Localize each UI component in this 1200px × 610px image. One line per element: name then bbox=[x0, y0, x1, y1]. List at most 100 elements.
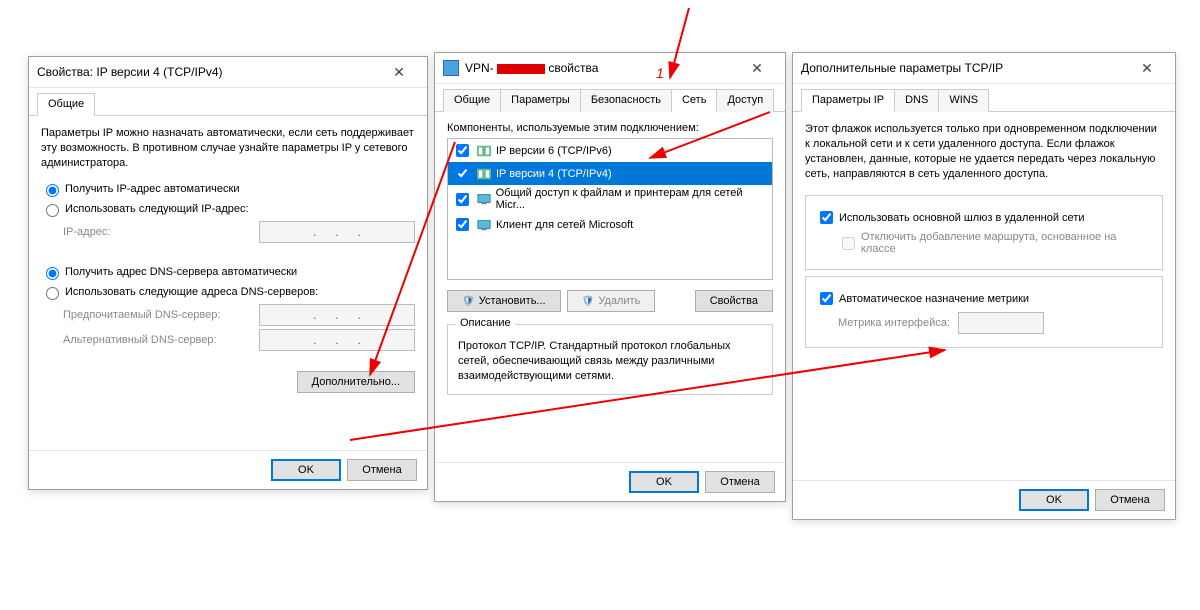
advanced-button[interactable]: Дополнительно... bbox=[297, 371, 415, 393]
tab-general[interactable]: Общие bbox=[443, 89, 501, 112]
auto-metric-checkbox[interactable] bbox=[820, 292, 833, 305]
metric-input bbox=[958, 312, 1044, 334]
title-suffix: свойства bbox=[548, 61, 598, 75]
dialog-title: Дополнительные параметры TCP/IP bbox=[801, 61, 1127, 75]
monitor-icon bbox=[476, 191, 492, 207]
ok-button[interactable]: OK bbox=[1019, 489, 1089, 511]
description-text: Протокол TCP/IP. Стандартный протокол гл… bbox=[458, 339, 762, 384]
components-label: Компоненты, используемые этим подключени… bbox=[447, 122, 773, 134]
auto-metric-label: Автоматическое назначение метрики bbox=[839, 293, 1029, 305]
check-disable-route: Отключить добавление маршрута, основанно… bbox=[838, 231, 1152, 255]
tab-strip: Общие Параметры Безопасность Сеть Доступ bbox=[435, 84, 785, 112]
dialog-title: Свойства: IP версии 4 (TCP/IPv4) bbox=[37, 65, 379, 79]
radio-manual-dns-input[interactable] bbox=[46, 287, 59, 300]
radio-auto-dns[interactable]: Получить адрес DNS-сервера автоматически bbox=[41, 264, 415, 280]
title-prefix: VPN- bbox=[465, 61, 494, 75]
dialog-title: VPN- свойства bbox=[465, 61, 737, 75]
tab-network[interactable]: Сеть bbox=[671, 89, 717, 112]
remove-label: Удалить bbox=[598, 295, 640, 307]
tab-strip: Общие bbox=[29, 88, 427, 116]
radio-manual-ip[interactable]: Использовать следующий IP-адрес: bbox=[41, 201, 415, 217]
tab-security[interactable]: Безопасность bbox=[580, 89, 672, 112]
ip-label: IP-адрес: bbox=[63, 226, 259, 238]
alt-dns-label: Альтернативный DNS-сервер: bbox=[63, 334, 259, 346]
item-label: Общий доступ к файлам и принтерам для се… bbox=[496, 187, 768, 211]
list-item[interactable]: Клиент для сетей Microsoft bbox=[448, 213, 772, 236]
check-auto-metric[interactable]: Автоматическое назначение метрики bbox=[816, 289, 1152, 308]
close-icon[interactable]: ✕ bbox=[737, 57, 777, 79]
description-legend: Описание bbox=[456, 317, 515, 329]
components-list[interactable]: IP версии 6 (TCP/IPv6) IP версии 4 (TCP/… bbox=[447, 138, 773, 280]
use-gateway-checkbox[interactable] bbox=[820, 211, 833, 224]
remove-button: 🛡Удалить bbox=[567, 290, 656, 312]
item-label: IP версии 6 (TCP/IPv6) bbox=[496, 145, 612, 157]
pref-dns-input bbox=[259, 304, 415, 326]
item-checkbox[interactable] bbox=[456, 193, 469, 206]
shield-icon: 🛡 bbox=[582, 296, 595, 307]
protocol-icon bbox=[476, 166, 492, 182]
intro-text: Этот флажок используется только при одно… bbox=[805, 122, 1163, 181]
radio-auto-ip-label: Получить IP-адрес автоматически bbox=[65, 183, 239, 195]
metric-field: Метрика интерфейса: bbox=[838, 312, 1152, 334]
alt-dns-input bbox=[259, 329, 415, 351]
ok-button[interactable]: OK bbox=[271, 459, 341, 481]
tab-wins[interactable]: WINS bbox=[938, 89, 989, 112]
disable-route-checkbox bbox=[842, 237, 855, 250]
list-item[interactable]: Общий доступ к файлам и принтерам для се… bbox=[448, 185, 772, 213]
cancel-button[interactable]: Отмена bbox=[1095, 489, 1165, 511]
install-label: Установить... bbox=[479, 295, 546, 307]
radio-auto-dns-input[interactable] bbox=[46, 267, 59, 280]
check-use-gateway[interactable]: Использовать основной шлюз в удаленной с… bbox=[816, 208, 1152, 227]
radio-manual-ip-input[interactable] bbox=[46, 204, 59, 217]
intro-text: Параметры IP можно назначать автоматичес… bbox=[41, 126, 415, 171]
dialog-body: Компоненты, используемые этим подключени… bbox=[435, 112, 785, 411]
pref-dns-field: Предпочитаемый DNS-сервер: bbox=[63, 304, 415, 326]
radio-auto-ip[interactable]: Получить IP-адрес автоматически bbox=[41, 181, 415, 197]
close-icon[interactable]: ✕ bbox=[379, 61, 419, 83]
vpn-icon bbox=[443, 60, 459, 76]
dialog-body: Этот флажок используется только при одно… bbox=[793, 112, 1175, 364]
tab-general[interactable]: Общие bbox=[37, 93, 95, 116]
ipv4-properties-dialog: Свойства: IP версии 4 (TCP/IPv4) ✕ Общие… bbox=[28, 56, 428, 490]
radio-manual-ip-label: Использовать следующий IP-адрес: bbox=[65, 203, 249, 215]
metric-label: Метрика интерфейса: bbox=[838, 317, 950, 329]
radio-auto-ip-input[interactable] bbox=[46, 184, 59, 197]
install-button[interactable]: 🛡 Установить... bbox=[447, 290, 561, 312]
use-gateway-label: Использовать основной шлюз в удаленной с… bbox=[839, 212, 1085, 224]
list-item[interactable]: IP версии 6 (TCP/IPv6) bbox=[448, 139, 772, 162]
alt-dns-field: Альтернативный DNS-сервер: bbox=[63, 329, 415, 351]
titlebar: Дополнительные параметры TCP/IP ✕ bbox=[793, 53, 1175, 84]
radio-manual-dns[interactable]: Использовать следующие адреса DNS-сервер… bbox=[41, 284, 415, 300]
titlebar: Свойства: IP версии 4 (TCP/IPv4) ✕ bbox=[29, 57, 427, 88]
radio-auto-dns-label: Получить адрес DNS-сервера автоматически bbox=[65, 266, 297, 278]
list-item[interactable]: IP версии 4 (TCP/IPv4) bbox=[448, 162, 772, 185]
cancel-button[interactable]: Отмена bbox=[705, 471, 775, 493]
item-checkbox[interactable] bbox=[456, 144, 469, 157]
titlebar: VPN- свойства ✕ bbox=[435, 53, 785, 84]
tab-dns[interactable]: DNS bbox=[894, 89, 939, 112]
radio-manual-dns-label: Использовать следующие адреса DNS-сервер… bbox=[65, 286, 318, 298]
cancel-button[interactable]: Отмена bbox=[347, 459, 417, 481]
advanced-tcpip-dialog: Дополнительные параметры TCP/IP ✕ Параме… bbox=[792, 52, 1176, 520]
monitor-icon bbox=[476, 217, 492, 233]
pref-dns-label: Предпочитаемый DNS-сервер: bbox=[63, 309, 259, 321]
item-checkbox[interactable] bbox=[456, 218, 469, 231]
item-checkbox[interactable] bbox=[456, 167, 469, 180]
tab-ip-params[interactable]: Параметры IP bbox=[801, 89, 895, 112]
tab-strip: Параметры IP DNS WINS bbox=[793, 84, 1175, 112]
properties-button[interactable]: Свойства bbox=[695, 290, 773, 312]
tab-params[interactable]: Параметры bbox=[500, 89, 581, 112]
shield-icon: 🛡 bbox=[462, 296, 475, 307]
ip-field: IP-адрес: bbox=[63, 221, 415, 243]
disable-route-label: Отключить добавление маршрута, основанно… bbox=[861, 231, 1152, 255]
dialog-body: Параметры IP можно назначать автоматичес… bbox=[29, 116, 427, 403]
item-label: Клиент для сетей Microsoft bbox=[496, 219, 633, 231]
tab-access[interactable]: Доступ bbox=[716, 89, 774, 112]
item-label: IP версии 4 (TCP/IPv4) bbox=[496, 168, 612, 180]
vpn-properties-dialog: VPN- свойства ✕ Общие Параметры Безопасн… bbox=[434, 52, 786, 502]
ok-button[interactable]: OK bbox=[629, 471, 699, 493]
close-icon[interactable]: ✕ bbox=[1127, 57, 1167, 79]
protocol-icon bbox=[476, 143, 492, 159]
ip-input bbox=[259, 221, 415, 243]
redacted-mark bbox=[497, 64, 545, 74]
